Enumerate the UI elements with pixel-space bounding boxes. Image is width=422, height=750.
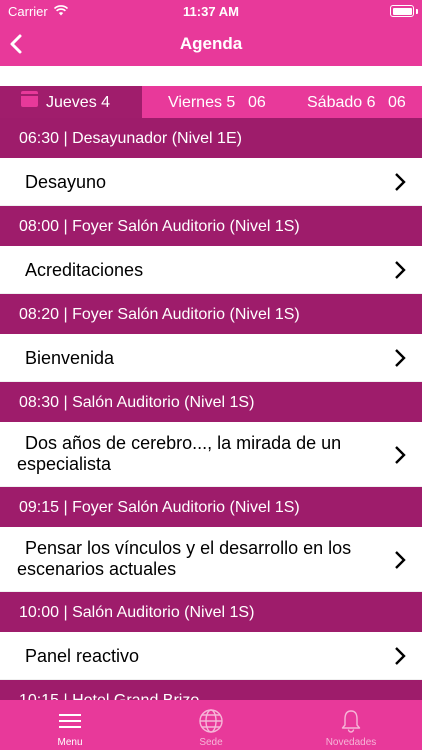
tab-label: Jueves 4 <box>46 94 111 111</box>
chevron-right-icon <box>395 551 406 569</box>
chevron-right-icon <box>395 261 406 279</box>
calendar-icon <box>21 91 38 107</box>
item-title: Panel reactivo <box>25 646 140 666</box>
tab-jueves[interactable]: Jueves 4 <box>0 86 142 118</box>
section-header: 06:30 | Desayunador (Nivel 1E) <box>0 118 422 158</box>
tab-sede[interactable]: Sede <box>141 700 281 750</box>
tab-label: Novedades <box>325 737 377 748</box>
tab-viernes-extra: 06 <box>248 94 266 111</box>
tab-viernes[interactable]: Viernes 5 <box>168 86 235 118</box>
agenda-list: 06:30 | Desayunador (Nivel 1E) Desayuno … <box>0 118 422 720</box>
bell-icon <box>341 710 361 733</box>
item-title: Pensar los vínculos y el desarrollo en l… <box>17 538 352 579</box>
menu-icon <box>59 714 81 728</box>
day-tabs: Jueves 4 Viernes 5 06 Sábado 6 06 <box>0 86 422 118</box>
item-title: Bienvenida <box>25 348 115 368</box>
list-item[interactable]: Acreditaciones <box>0 246 422 294</box>
page-title: Agenda <box>179 34 243 53</box>
tab-menu[interactable]: Menu <box>0 700 140 750</box>
section-header: 10:00 | Salón Auditorio (Nivel 1S) <box>0 592 422 632</box>
list-item[interactable]: Panel reactivo <box>0 632 422 680</box>
bottom-tab-bar: Menu Sede Novedades <box>0 700 422 750</box>
clock: 11:37 AM <box>183 4 239 19</box>
chevron-right-icon <box>395 647 406 665</box>
item-title: Acreditaciones <box>25 260 144 280</box>
item-title: Desayuno <box>25 172 107 192</box>
item-title: Dos años de cerebro..., la mirada de un … <box>17 433 342 474</box>
section-header: 08:30 | Salón Auditorio (Nivel 1S) <box>0 382 422 422</box>
globe-icon <box>199 709 223 733</box>
tab-sabado-extra: 06 <box>388 94 406 111</box>
tab-sabado[interactable]: Sábado 6 <box>307 86 376 118</box>
status-bar: Carrier 11:37 AM <box>0 0 422 22</box>
list-item[interactable]: Dos años de cerebro..., la mirada de un … <box>0 422 422 487</box>
section-header: 09:15 | Foyer Salón Auditorio (Nivel 1S) <box>0 487 422 527</box>
tab-label: Menu <box>57 737 83 748</box>
list-item[interactable]: Pensar los vínculos y el desarrollo en l… <box>0 527 422 592</box>
chevron-right-icon <box>395 349 406 367</box>
list-item[interactable]: Desayuno <box>0 158 422 206</box>
tab-novedades[interactable]: Novedades <box>281 700 421 750</box>
tab-label: Sede <box>199 737 223 748</box>
list-item[interactable]: Bienvenida <box>0 334 422 382</box>
chevron-right-icon <box>395 173 406 191</box>
battery-tip <box>416 9 418 14</box>
section-header: 08:00 | Foyer Salón Auditorio (Nivel 1S) <box>0 206 422 246</box>
chevron-right-icon <box>395 446 406 464</box>
battery-icon <box>390 5 414 17</box>
nav-bar: Agenda <box>0 22 422 66</box>
section-header: 08:20 | Foyer Salón Auditorio (Nivel 1S) <box>0 294 422 334</box>
